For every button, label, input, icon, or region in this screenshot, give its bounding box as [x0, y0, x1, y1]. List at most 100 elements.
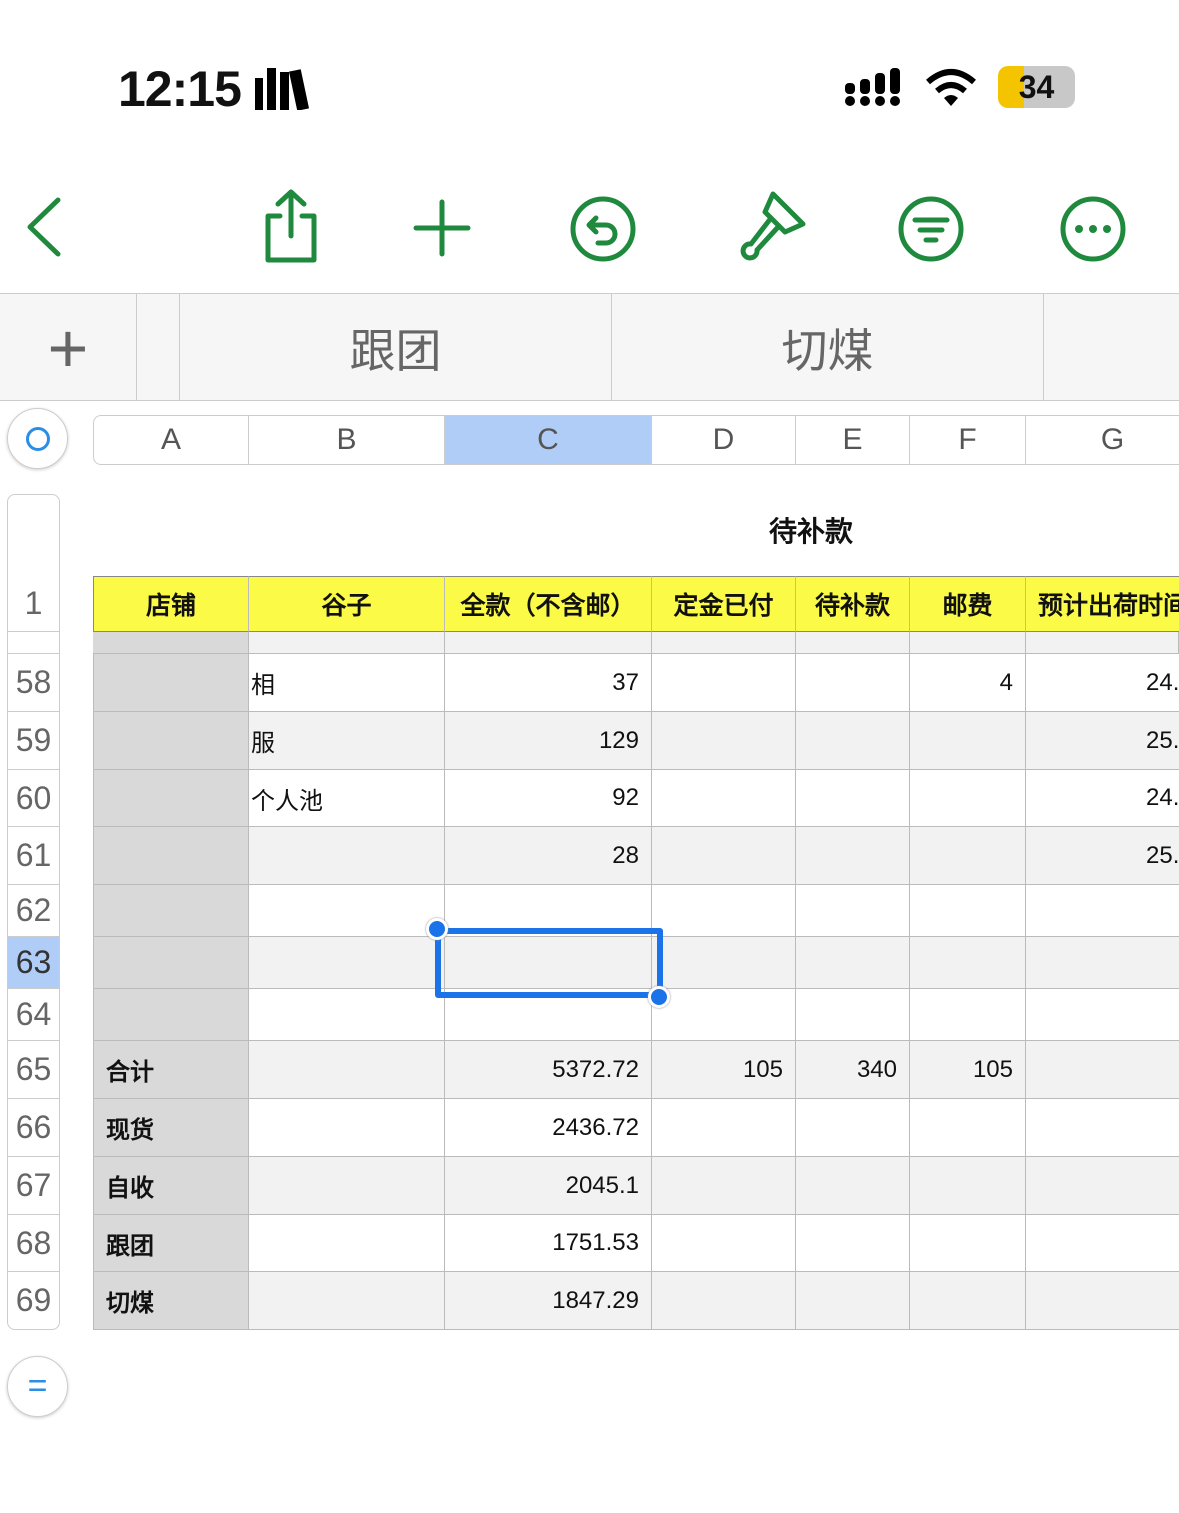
table-cell[interactable]: 1751.53 — [445, 1215, 652, 1272]
table-cell[interactable] — [93, 885, 249, 937]
table-cell[interactable] — [249, 1099, 445, 1157]
table-cell[interactable] — [910, 1215, 1026, 1272]
share-icon[interactable] — [260, 188, 322, 264]
column-header-g[interactable]: G — [1026, 415, 1179, 465]
table-cell[interactable]: 129 — [445, 712, 652, 770]
table-cell[interactable]: 28 — [445, 827, 652, 885]
table-cell[interactable]: 跟团 — [93, 1215, 249, 1272]
table-cell[interactable] — [652, 1099, 796, 1157]
table-cell[interactable]: 37 — [445, 654, 652, 712]
table-cell[interactable] — [796, 937, 910, 989]
table-cell[interactable] — [796, 712, 910, 770]
row-header-68[interactable]: 68 — [7, 1215, 60, 1272]
row-header-67[interactable]: 67 — [7, 1157, 60, 1215]
table-cell[interactable]: 2436.72 — [445, 1099, 652, 1157]
cell[interactable] — [652, 632, 796, 654]
table-cell[interactable] — [249, 1041, 445, 1099]
table-cell[interactable] — [796, 885, 910, 937]
back-icon[interactable] — [20, 195, 70, 259]
table-cell[interactable]: 5372.72 — [445, 1041, 652, 1099]
table-cell[interactable]: 相 — [249, 654, 445, 712]
table-cell[interactable] — [93, 937, 249, 989]
table-cell[interactable]: 1847.29 — [445, 1272, 652, 1330]
table-cell[interactable]: 105 — [652, 1041, 796, 1099]
table-cell[interactable]: 切煤 — [93, 1272, 249, 1330]
row-header-1[interactable]: 1 — [7, 576, 60, 632]
table-cell[interactable] — [652, 770, 796, 827]
table-cell[interactable]: 92 — [445, 770, 652, 827]
format-brush-icon[interactable] — [733, 188, 809, 268]
table-cell[interactable] — [249, 885, 445, 937]
filter-icon[interactable] — [896, 194, 966, 264]
selection-handle-start[interactable] — [426, 918, 448, 940]
row-header-65[interactable]: 65 — [7, 1041, 60, 1099]
column-header-b[interactable]: B — [249, 415, 445, 465]
select-all-button[interactable] — [7, 408, 68, 469]
table-cell[interactable] — [910, 770, 1026, 827]
table-cell[interactable] — [1026, 1041, 1179, 1099]
table-cell[interactable] — [93, 770, 249, 827]
cell[interactable] — [910, 632, 1026, 654]
table-cell[interactable] — [910, 1157, 1026, 1215]
selection-handle-end[interactable] — [648, 986, 670, 1008]
header-cell[interactable]: 店铺 — [93, 576, 249, 632]
table-cell[interactable]: 340 — [796, 1041, 910, 1099]
cell[interactable] — [249, 632, 445, 654]
table-cell[interactable] — [1026, 1215, 1179, 1272]
row-header-63[interactable]: 63 — [7, 937, 60, 989]
table-cell[interactable]: 个人池 — [249, 770, 445, 827]
header-cell[interactable]: 待补款 — [796, 576, 910, 632]
table-cell[interactable]: 24. — [1026, 770, 1179, 827]
table-cell[interactable]: 25. — [1026, 712, 1179, 770]
undo-icon[interactable] — [568, 194, 638, 264]
table-cell[interactable] — [910, 1272, 1026, 1330]
table-cell[interactable]: 4 — [910, 654, 1026, 712]
more-icon[interactable] — [1058, 194, 1128, 264]
table-cell[interactable] — [1026, 885, 1179, 937]
cell[interactable] — [93, 632, 249, 654]
table-cell[interactable] — [796, 654, 910, 712]
table-cell[interactable] — [796, 989, 910, 1041]
table-cell[interactable] — [249, 989, 445, 1041]
table-cell[interactable]: 现货 — [93, 1099, 249, 1157]
row-header-58[interactable]: 58 — [7, 654, 60, 712]
table-cell[interactable] — [796, 770, 910, 827]
table-cell[interactable] — [652, 937, 796, 989]
table-cell[interactable] — [93, 712, 249, 770]
row-header-69[interactable]: 69 — [7, 1272, 60, 1330]
sheet-tab[interactable]: 切煤 — [611, 294, 1043, 401]
table-cell[interactable] — [249, 1157, 445, 1215]
column-header-f[interactable]: F — [910, 415, 1026, 465]
table-cell[interactable] — [1026, 989, 1179, 1041]
table-cell[interactable] — [93, 654, 249, 712]
table-cell[interactable]: 自收 — [93, 1157, 249, 1215]
table-cell[interactable] — [910, 937, 1026, 989]
table-cell[interactable] — [910, 827, 1026, 885]
table-cell[interactable]: 105 — [910, 1041, 1026, 1099]
table-cell[interactable]: 25. — [1026, 827, 1179, 885]
header-cell[interactable]: 邮费 — [910, 576, 1026, 632]
column-header-d[interactable]: D — [652, 415, 796, 465]
table-cell[interactable] — [249, 827, 445, 885]
table-cell[interactable] — [652, 654, 796, 712]
header-cell[interactable]: 预计出荷时间 — [1026, 576, 1179, 632]
cell[interactable] — [796, 632, 910, 654]
table-cell[interactable] — [93, 827, 249, 885]
header-cell[interactable]: 谷子 — [249, 576, 445, 632]
cell[interactable] — [1026, 632, 1179, 654]
row-header-62[interactable]: 62 — [7, 885, 60, 937]
column-header-a[interactable]: A — [93, 415, 249, 465]
equals-icon[interactable]: = — [7, 1356, 68, 1417]
table-cell[interactable] — [1026, 1272, 1179, 1330]
table-cell[interactable] — [1026, 937, 1179, 989]
add-icon[interactable] — [412, 198, 472, 258]
table-cell[interactable]: 合计 — [93, 1041, 249, 1099]
row-header-60[interactable]: 60 — [7, 770, 60, 827]
table-cell[interactable] — [652, 1215, 796, 1272]
column-header-c[interactable]: C — [445, 415, 652, 465]
table-cell[interactable] — [1026, 1099, 1179, 1157]
table-cell[interactable] — [652, 989, 796, 1041]
table-cell[interactable] — [249, 937, 445, 989]
table-cell[interactable]: 2045.1 — [445, 1157, 652, 1215]
table-cell[interactable]: 服 — [249, 712, 445, 770]
